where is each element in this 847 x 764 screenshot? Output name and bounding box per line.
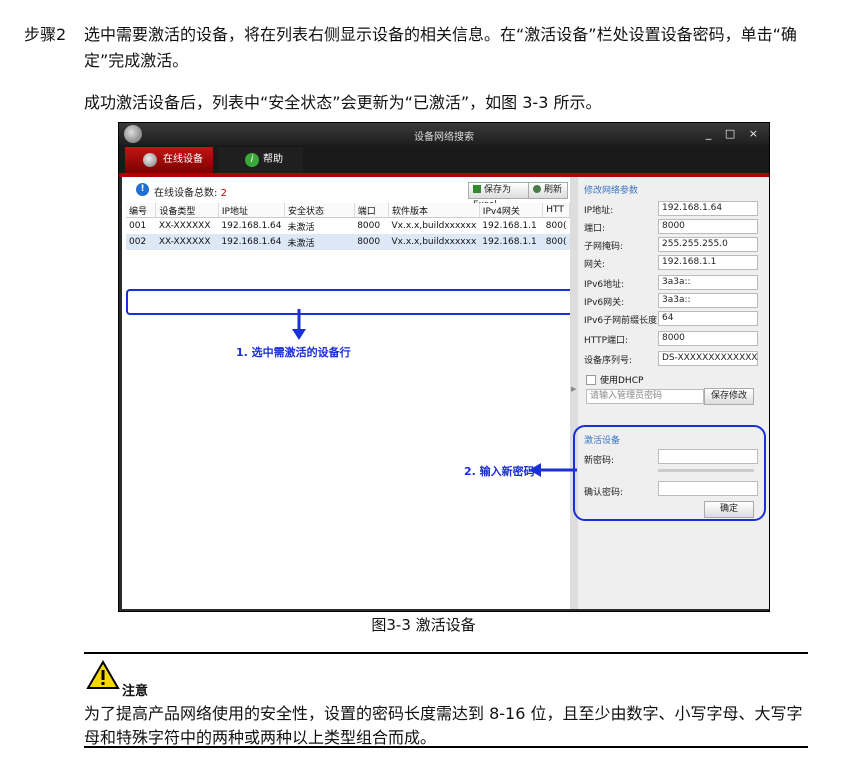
field-label: IPv6子网前缀长度: bbox=[584, 316, 661, 326]
expand-arrow-icon[interactable]: ▶ bbox=[571, 385, 576, 393]
online-label: 在线设备总数: bbox=[154, 188, 218, 199]
serial-number-field[interactable]: DS-XXXXXXXXXXXXXXXX bbox=[658, 351, 758, 366]
left-arrow-icon bbox=[529, 463, 577, 477]
pane-splitter[interactable]: ▶ bbox=[570, 177, 578, 609]
selected-row-highlight bbox=[126, 289, 575, 315]
ip-field[interactable]: 192.168.1.64 bbox=[658, 201, 758, 216]
field-label: IPv6地址: bbox=[584, 280, 625, 290]
col-header[interactable]: HTT bbox=[542, 203, 570, 218]
note-text: 为了提高产品网络使用的安全性，设置的密码长度需达到 8-16 位，且至少由数字、… bbox=[84, 704, 803, 747]
cell: 8000 bbox=[354, 234, 389, 250]
ipv6-gateway-field[interactable]: 3a3a:: bbox=[658, 293, 758, 308]
online-count: 在线设备总数: 2 bbox=[154, 184, 227, 199]
dhcp-label: 使用DHCP bbox=[600, 376, 644, 386]
col-header[interactable]: 编号 bbox=[126, 203, 157, 218]
cell: 8000 bbox=[357, 221, 381, 231]
col-header[interactable]: IP地址 bbox=[218, 203, 286, 218]
field-label: HTTP端口: bbox=[584, 336, 629, 346]
field-label: IPv6网关: bbox=[584, 298, 625, 308]
tab-help[interactable]: i 帮助 bbox=[219, 147, 303, 173]
help-icon: i bbox=[245, 153, 259, 167]
dhcp-checkbox[interactable] bbox=[586, 375, 596, 385]
window-controls[interactable]: _ □ × bbox=[706, 127, 763, 140]
camera-icon bbox=[143, 153, 157, 167]
refresh-icon bbox=[533, 185, 541, 193]
callout-select-row: 1. 选中需激活的设备行 bbox=[236, 346, 351, 359]
tab-online-devices[interactable]: 在线设备 bbox=[125, 147, 213, 173]
field-label: 子网掩码: bbox=[584, 242, 624, 252]
cell: 192.168.1.64 bbox=[221, 221, 282, 231]
cell: Vx.x.x,buildxxxxxx bbox=[388, 234, 480, 250]
table-header: 编号 设备类型 IP地址 安全状态 端口 软件版本 IPv4网关 HTT bbox=[126, 203, 570, 218]
col-header[interactable]: 设备类型 bbox=[155, 203, 219, 218]
figure-caption: 图3-3 激活设备 bbox=[371, 616, 476, 634]
note-title: 注意 bbox=[122, 684, 149, 699]
cell: 800( bbox=[545, 221, 567, 231]
cell: 192.168.1.64 bbox=[218, 234, 285, 250]
result-paragraph: 成功激活设备后，列表中“安全状态”会更新为“已激活”，如图 3-3 所示。 bbox=[84, 93, 602, 112]
excel-icon bbox=[473, 185, 481, 193]
cell: 001 bbox=[129, 221, 147, 231]
cell: XX-XXXXXX bbox=[158, 221, 211, 231]
gateway-field[interactable]: 192.168.1.1 bbox=[658, 255, 758, 270]
field-label: 网关: bbox=[584, 260, 606, 270]
tab-label: 帮助 bbox=[263, 154, 283, 165]
document-page: 步骤2 选中需要激活的设备，将在列表右侧显示设备的相关信息。在“激活设备”栏处设… bbox=[0, 0, 847, 764]
col-header[interactable]: IPv4网关 bbox=[479, 203, 544, 218]
device-table: 编号 设备类型 IP地址 安全状态 端口 软件版本 IPv4网关 HTT 001… bbox=[126, 203, 570, 250]
subnet-mask-field[interactable]: 255.255.255.0 bbox=[658, 237, 758, 252]
cell: 002 bbox=[126, 234, 156, 250]
col-header[interactable]: 软件版本 bbox=[388, 203, 480, 218]
refresh-label: 刷新 bbox=[544, 185, 563, 195]
device-list-pane: ! 在线设备总数: 2 保存为Excel 刷新 编号 设备类型 IP地址 安全状… bbox=[122, 177, 575, 609]
title-bar: 设备网络搜索 _ □ × bbox=[119, 123, 769, 145]
ipv6-address-field[interactable]: 3a3a:: bbox=[658, 275, 758, 290]
info-icon: ! bbox=[136, 183, 149, 196]
cell: 192.168.1.1 bbox=[482, 221, 537, 231]
cell: 800( bbox=[542, 234, 570, 250]
app-window: 设备网络搜索 _ □ × 在线设备 i 帮助 ! 在线设备总数: 2 保存为Ex… bbox=[118, 122, 770, 612]
callout-new-password: 2. 输入新密码 bbox=[464, 465, 535, 478]
activate-highlight bbox=[573, 425, 766, 521]
window-title: 设备网络搜索 bbox=[414, 132, 474, 143]
save-changes-button[interactable]: 保存修改 bbox=[704, 388, 754, 405]
col-header[interactable]: 安全状态 bbox=[284, 203, 355, 218]
step-label: 步骤2 bbox=[24, 25, 67, 44]
refresh-button[interactable]: 刷新 bbox=[528, 182, 568, 199]
step-text: 选中需要激活的设备，将在列表右侧显示设备的相关信息。在“激活设备”栏处设置设备密… bbox=[84, 25, 797, 70]
tab-label: 在线设备 bbox=[163, 154, 203, 165]
note-bottom-rule bbox=[84, 746, 808, 748]
cell: Vx.x.x,buildxxxxxx bbox=[391, 221, 477, 231]
note-top-rule bbox=[84, 652, 808, 654]
warning-icon bbox=[86, 660, 120, 689]
cell: XX-XXXXXX bbox=[155, 234, 219, 250]
cell: 未激活 bbox=[287, 222, 315, 233]
admin-password-input[interactable]: 请输入管理员密码 bbox=[586, 389, 704, 404]
table-row[interactable]: 002 XX-XXXXXX 192.168.1.64 未激活 8000 Vx.x… bbox=[126, 234, 570, 250]
online-count-value: 2 bbox=[220, 188, 227, 199]
cell: 192.168.1.1 bbox=[479, 234, 543, 250]
table-row[interactable]: 001 XX-XXXXXX 192.168.1.64 未激活 8000 Vx.x… bbox=[126, 218, 570, 235]
ipv6-prefix-field[interactable]: 64 bbox=[658, 311, 758, 326]
col-header[interactable]: 端口 bbox=[354, 203, 389, 218]
tab-bar: 在线设备 i 帮助 bbox=[119, 145, 769, 173]
params-pane: 修改网络参数 IP地址: 192.168.1.64 端口: 8000 子网掩码:… bbox=[573, 177, 769, 609]
field-label: 端口: bbox=[584, 224, 606, 234]
export-excel-button[interactable]: 保存为Excel bbox=[468, 182, 530, 210]
params-title: 修改网络参数 bbox=[584, 186, 639, 196]
down-arrow-icon bbox=[292, 309, 306, 340]
http-port-field[interactable]: 8000 bbox=[658, 331, 758, 346]
cell: 未激活 bbox=[284, 234, 355, 250]
port-field[interactable]: 8000 bbox=[658, 219, 758, 234]
field-label: IP地址: bbox=[584, 206, 614, 216]
field-label: 设备序列号: bbox=[584, 356, 633, 366]
